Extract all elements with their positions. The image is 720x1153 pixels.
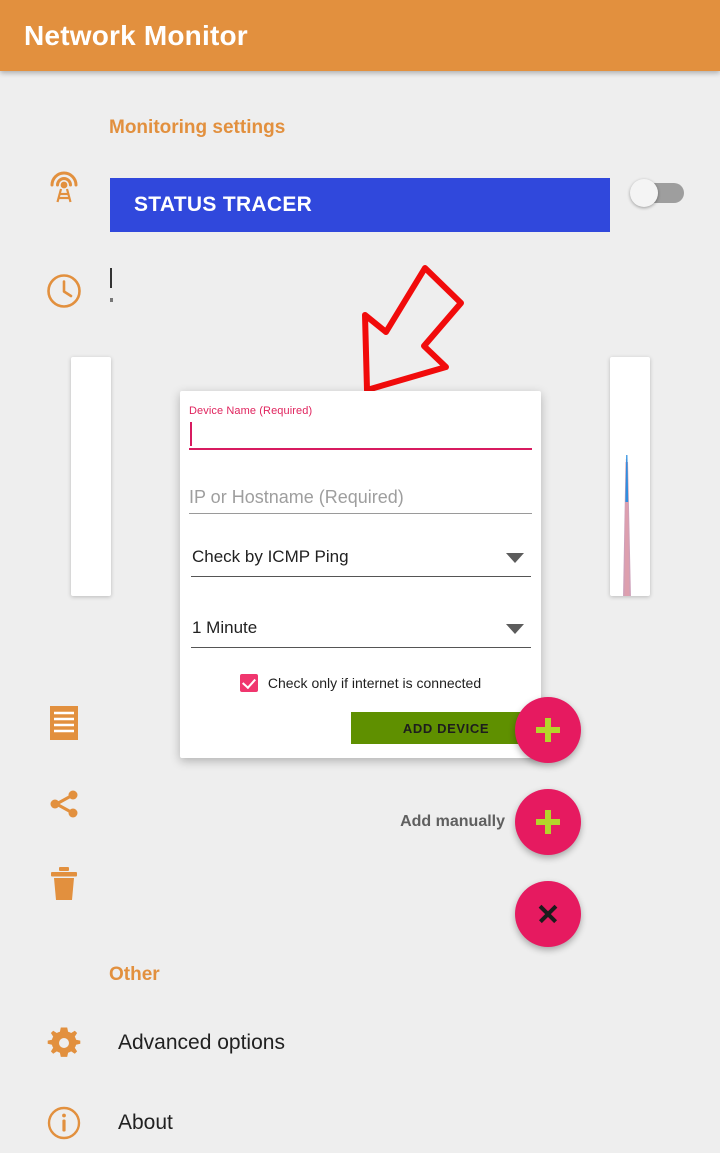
interval-underline (191, 647, 531, 648)
status-tracer-highlight-bar[interactable]: STATUS TRACER (110, 178, 610, 232)
device-name-field[interactable]: Device Name (Required) (189, 405, 532, 450)
host-field[interactable]: IP or Hostname (Required) (189, 481, 532, 514)
trash-icon (40, 860, 88, 908)
chart-card-right[interactable] (610, 357, 650, 596)
device-name-underline (189, 448, 532, 450)
app-screen: Network Monitor Monitoring settings STAT… (0, 0, 720, 1153)
check-method-underline (191, 576, 531, 577)
device-name-label: Device Name (Required) (189, 405, 313, 417)
info-icon (40, 1099, 88, 1147)
menu-item-label: About (118, 1111, 173, 1134)
section-header-monitoring: Monitoring settings (109, 117, 286, 138)
plus-icon (536, 810, 560, 834)
plus-icon (536, 718, 560, 742)
host-underline (189, 513, 532, 514)
add-manually-label: Add manually (400, 813, 505, 830)
menu-item-label: Advanced options (118, 1031, 285, 1054)
internet-check-checkbox[interactable] (239, 674, 258, 692)
status-tracer-label: STATUS TRACER (134, 193, 313, 216)
internet-check-row[interactable]: Check only if internet is connected (180, 674, 541, 692)
log-document-icon (40, 699, 88, 747)
menu-item-advanced-options[interactable]: Advanced options (0, 1003, 720, 1083)
close-icon (537, 903, 559, 925)
section-header-other: Other (109, 964, 160, 985)
chart-card-left[interactable] (71, 357, 111, 596)
check-method-value: Check by ICMP Ping (192, 547, 349, 566)
antenna-tower-icon (40, 161, 88, 209)
clock-icon (40, 267, 88, 315)
menu-item-about[interactable]: About (0, 1083, 720, 1153)
ghost-text-dot (110, 298, 113, 302)
share-icon (40, 780, 88, 828)
gear-icon (40, 1019, 88, 1067)
red-arrow-annotation (340, 255, 480, 405)
app-bar: Network Monitor (0, 0, 720, 71)
interval-value: 1 Minute (192, 618, 258, 637)
fab-add-manually[interactable] (515, 789, 581, 855)
sparkline-graphic (623, 455, 631, 596)
check-method-spinner[interactable]: Check by ICMP Ping (191, 541, 532, 577)
ghost-text-caret-2 (110, 268, 112, 288)
status-tracer-toggle[interactable] (630, 179, 684, 207)
add-device-dialog: Device Name (Required) IP or Hostname (R… (180, 391, 541, 758)
add-device-button[interactable]: ADD DEVICE (351, 712, 541, 744)
interval-spinner[interactable]: 1 Minute (191, 612, 532, 648)
device-name-input[interactable] (189, 417, 532, 450)
internet-check-label: Check only if internet is connected (267, 675, 482, 691)
chevron-down-icon (506, 624, 524, 634)
fab-add-top[interactable] (515, 697, 581, 763)
text-caret (190, 421, 192, 446)
host-placeholder: IP or Hostname (Required) (189, 487, 404, 507)
host-input[interactable]: IP or Hostname (Required) (189, 481, 532, 514)
app-title: Network Monitor (24, 19, 248, 51)
fab-close[interactable] (515, 881, 581, 947)
toggle-thumb (630, 179, 658, 207)
chevron-down-icon (506, 553, 524, 563)
